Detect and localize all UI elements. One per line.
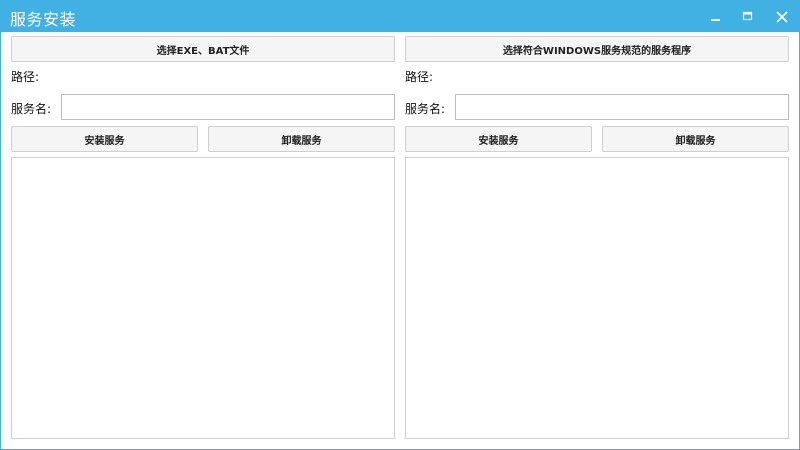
title-bar[interactable]: 服务安装: [1, 1, 799, 32]
left-service-name-label: 服务名:: [11, 102, 52, 116]
right-path-label: 路径:: [405, 70, 434, 84]
left-log-output[interactable]: [11, 157, 395, 439]
close-button[interactable]: [765, 1, 799, 32]
select-windows-service-button[interactable]: 选择符合WINDOWS服务规范的服务程序: [405, 36, 789, 62]
right-install-service-button[interactable]: 安装服务: [405, 126, 592, 152]
right-log-output[interactable]: [405, 157, 789, 439]
maximize-icon: [742, 11, 753, 21]
select-exe-bat-button[interactable]: 选择EXE、BAT文件: [11, 36, 395, 62]
close-icon: [776, 11, 788, 23]
left-uninstall-service-button[interactable]: 卸载服务: [208, 126, 395, 152]
minimize-button[interactable]: [699, 1, 733, 32]
left-install-service-button[interactable]: 安装服务: [11, 126, 198, 152]
window-title: 服务安装: [10, 10, 77, 29]
maximize-button[interactable]: [731, 1, 765, 32]
left-service-name-input[interactable]: [61, 94, 395, 120]
left-path-label: 路径:: [11, 70, 40, 84]
right-service-name-label: 服务名:: [405, 102, 446, 116]
right-uninstall-service-button[interactable]: 卸载服务: [602, 126, 789, 152]
right-service-name-input[interactable]: [455, 94, 789, 120]
main-window: 服务安装 选择EXE、BAT文件 路径: 服务名: 安装服务 卸载服务 选择符合…: [0, 0, 800, 450]
minimize-icon: [711, 19, 720, 21]
